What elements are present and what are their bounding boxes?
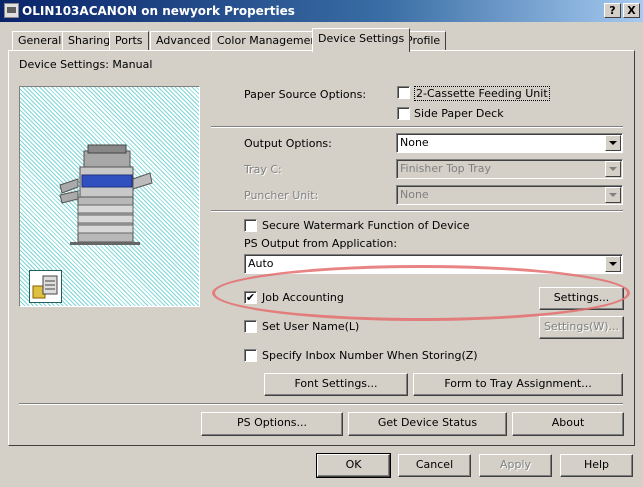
ok-button[interactable]: OK bbox=[316, 453, 391, 478]
font-settings-button[interactable]: Font Settings... bbox=[264, 373, 408, 396]
device-settings-label: Device Settings: Manual bbox=[19, 58, 153, 71]
tray-c-select[interactable]: Finisher Top Tray bbox=[396, 159, 623, 179]
form-to-tray-button[interactable]: Form to Tray Assignment... bbox=[413, 373, 623, 396]
printer-preview bbox=[19, 86, 200, 307]
job-accounting-checkbox[interactable]: ✔ bbox=[244, 291, 257, 304]
tab-color-management[interactable]: Color Management bbox=[211, 31, 328, 51]
window-title: OLIN103ACANON on newyork Properties bbox=[22, 4, 295, 18]
cassette-feeding-checkbox[interactable] bbox=[397, 86, 410, 99]
cassette-feeding-label: 2-Cassette Feeding Unit bbox=[414, 86, 550, 101]
puncher-unit-select[interactable]: None bbox=[396, 185, 623, 205]
set-user-name-settings-button[interactable]: Settings(W)... bbox=[539, 316, 624, 339]
printer-app-icon bbox=[4, 3, 19, 18]
tab-ports[interactable]: Ports bbox=[109, 31, 149, 51]
separator bbox=[19, 403, 623, 405]
close-title-button[interactable]: X bbox=[623, 3, 640, 18]
job-accounting-icon bbox=[29, 270, 62, 303]
get-device-status-button[interactable]: Get Device Status bbox=[348, 412, 507, 436]
chevron-down-icon[interactable] bbox=[605, 256, 621, 272]
about-button[interactable]: About bbox=[512, 412, 624, 436]
ps-options-button[interactable]: PS Options... bbox=[201, 412, 343, 436]
secure-watermark-label: Secure Watermark Function of Device bbox=[262, 219, 470, 232]
set-user-name-label: Set User Name(L) bbox=[262, 320, 360, 333]
title-bar: OLIN103ACANON on newyork Properties ? X bbox=[0, 0, 643, 22]
specify-inbox-label: Specify Inbox Number When Storing(Z) bbox=[262, 349, 478, 362]
tab-general[interactable]: General bbox=[12, 31, 68, 51]
ps-output-select[interactable]: Auto bbox=[244, 254, 623, 274]
set-user-name-checkbox[interactable] bbox=[244, 320, 257, 333]
paper-source-label: Paper Source Options: bbox=[244, 88, 367, 101]
tab-device-settings[interactable]: Device Settings bbox=[312, 28, 411, 52]
puncher-unit-label: Puncher Unit: bbox=[244, 189, 319, 202]
chevron-down-icon[interactable] bbox=[605, 187, 621, 203]
tab-advanced[interactable]: Advanced bbox=[150, 31, 217, 51]
separator bbox=[211, 210, 623, 212]
side-paper-deck-label: Side Paper Deck bbox=[414, 107, 504, 120]
cancel-button[interactable]: Cancel bbox=[398, 454, 471, 477]
help-button[interactable]: Help bbox=[560, 454, 633, 477]
specify-inbox-checkbox[interactable] bbox=[244, 349, 257, 362]
secure-watermark-checkbox[interactable] bbox=[244, 219, 257, 232]
side-paper-deck-checkbox[interactable] bbox=[397, 107, 410, 120]
output-options-value: None bbox=[400, 136, 429, 149]
tray-c-label: Tray C: bbox=[244, 163, 282, 176]
output-options-label: Output Options: bbox=[244, 137, 332, 150]
chevron-down-icon[interactable] bbox=[605, 161, 621, 177]
ps-output-value: Auto bbox=[248, 257, 274, 270]
apply-button[interactable]: Apply bbox=[479, 454, 552, 477]
job-accounting-label: Job Accounting bbox=[262, 291, 344, 304]
help-title-button[interactable]: ? bbox=[604, 3, 621, 18]
tray-c-value: Finisher Top Tray bbox=[400, 162, 492, 175]
job-accounting-settings-button[interactable]: Settings... bbox=[539, 287, 624, 310]
puncher-unit-value: None bbox=[400, 188, 429, 201]
chevron-down-icon[interactable] bbox=[605, 135, 621, 151]
separator bbox=[211, 126, 623, 128]
ps-output-label: PS Output from Application: bbox=[244, 237, 398, 250]
output-options-select[interactable]: None bbox=[396, 133, 623, 153]
